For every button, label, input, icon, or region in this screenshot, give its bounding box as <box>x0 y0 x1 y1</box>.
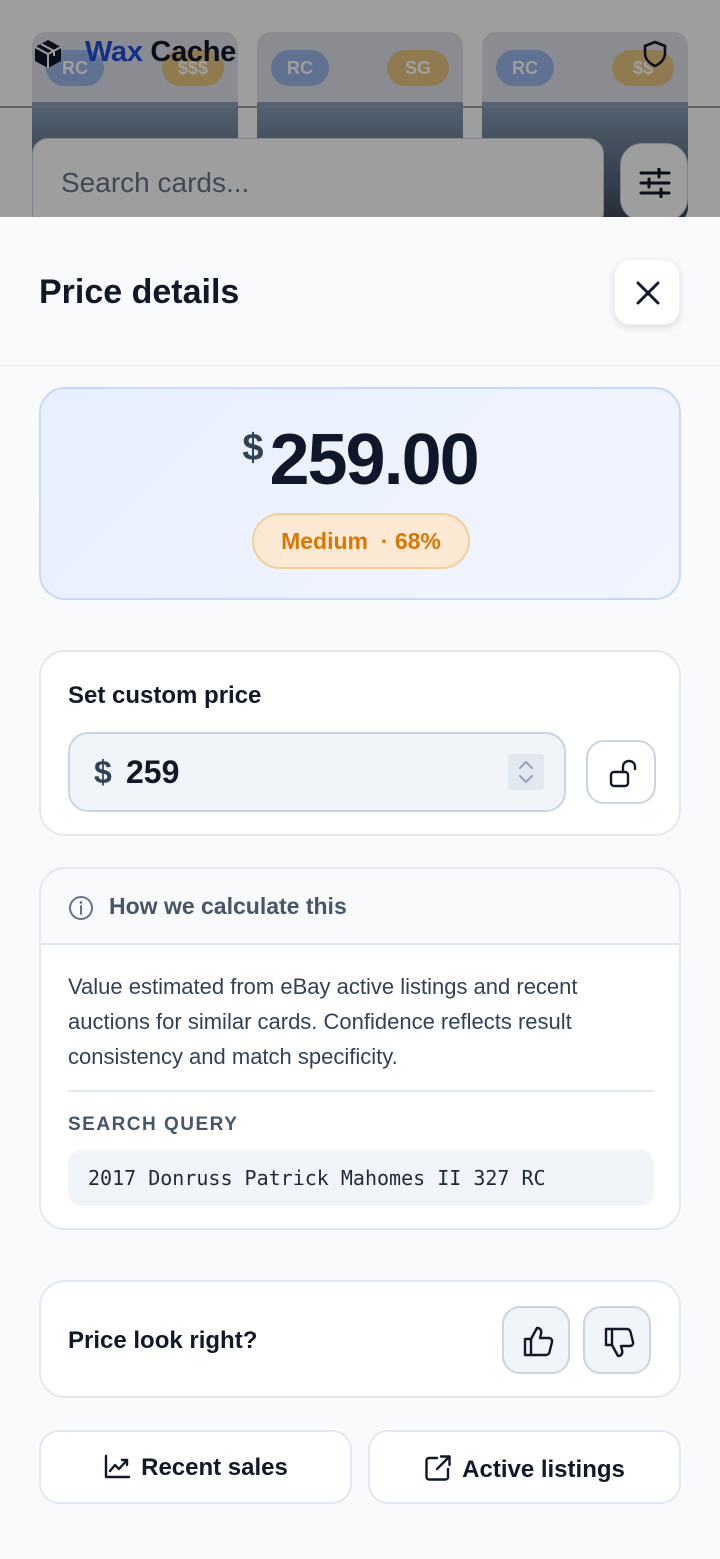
thumbs-down-icon <box>604 1327 635 1358</box>
estimated-price: $259.00 <box>41 417 679 503</box>
calculation-info-header[interactable]: How we calculate this <box>41 869 679 945</box>
search-query-label: SEARCH QUERY <box>68 1114 239 1135</box>
price-details-sheet: Price details $259.00 Medium · 68% Set c… <box>0 217 720 1559</box>
currency-symbol: $ <box>242 427 264 469</box>
price-feedback-card: Price look right? <box>39 1280 681 1398</box>
close-icon <box>636 281 660 305</box>
feedback-question: Price look right? <box>68 1327 258 1354</box>
search-query-text: 2017 Donruss Patrick Mahomes II 327 RC <box>88 1166 546 1190</box>
chart-line-icon <box>104 1454 131 1479</box>
confidence-badge: Medium · 68% <box>252 513 470 569</box>
calculation-info-card: How we calculate this Value estimated fr… <box>39 867 681 1230</box>
modal-backdrop[interactable] <box>0 0 720 217</box>
input-value: 259 <box>126 754 180 790</box>
recent-sales-content: Recent sales <box>41 1454 350 1482</box>
active-listings-button[interactable]: Active listings <box>368 1430 681 1504</box>
lock-price-button[interactable] <box>586 740 656 804</box>
active-listings-content: Active listings <box>370 1454 679 1484</box>
sheet-header: Price details <box>0 217 720 366</box>
search-query-box: 2017 Donruss Patrick Mahomes II 327 RC <box>68 1150 654 1206</box>
estimated-price-card: $259.00 Medium · 68% <box>39 387 681 600</box>
recent-sales-label: Recent sales <box>141 1454 288 1481</box>
number-stepper[interactable] <box>508 754 544 790</box>
calculation-heading: How we calculate this <box>109 893 347 919</box>
divider <box>68 1090 654 1092</box>
calculation-description: Value estimated from eBay active listing… <box>68 974 578 1069</box>
close-button[interactable] <box>614 259 680 325</box>
confidence-label: Medium <box>281 528 368 554</box>
info-icon <box>69 896 93 920</box>
custom-price-label: Set custom price <box>68 682 262 709</box>
custom-price-card: Set custom price $ 259 <box>39 650 681 836</box>
thumbs-up-button[interactable] <box>502 1306 570 1374</box>
active-listings-label: Active listings <box>462 1456 625 1483</box>
recent-sales-button[interactable]: Recent sales <box>39 1430 352 1504</box>
input-currency: $ <box>94 754 112 790</box>
custom-price-input[interactable]: $ 259 <box>68 732 566 812</box>
external-link-icon <box>425 1455 451 1481</box>
price-value: 259.00 <box>269 420 479 500</box>
confidence-percent: · 68% <box>380 528 441 554</box>
unlock-icon <box>609 759 637 788</box>
thumbs-up-icon <box>523 1326 554 1357</box>
background-app: RC $$$ RC SG RC $$ Wax Cache Search card… <box>0 0 720 217</box>
stepper-arrows-icon <box>519 761 533 783</box>
sheet-title: Price details <box>39 273 240 311</box>
thumbs-down-button[interactable] <box>583 1306 651 1374</box>
